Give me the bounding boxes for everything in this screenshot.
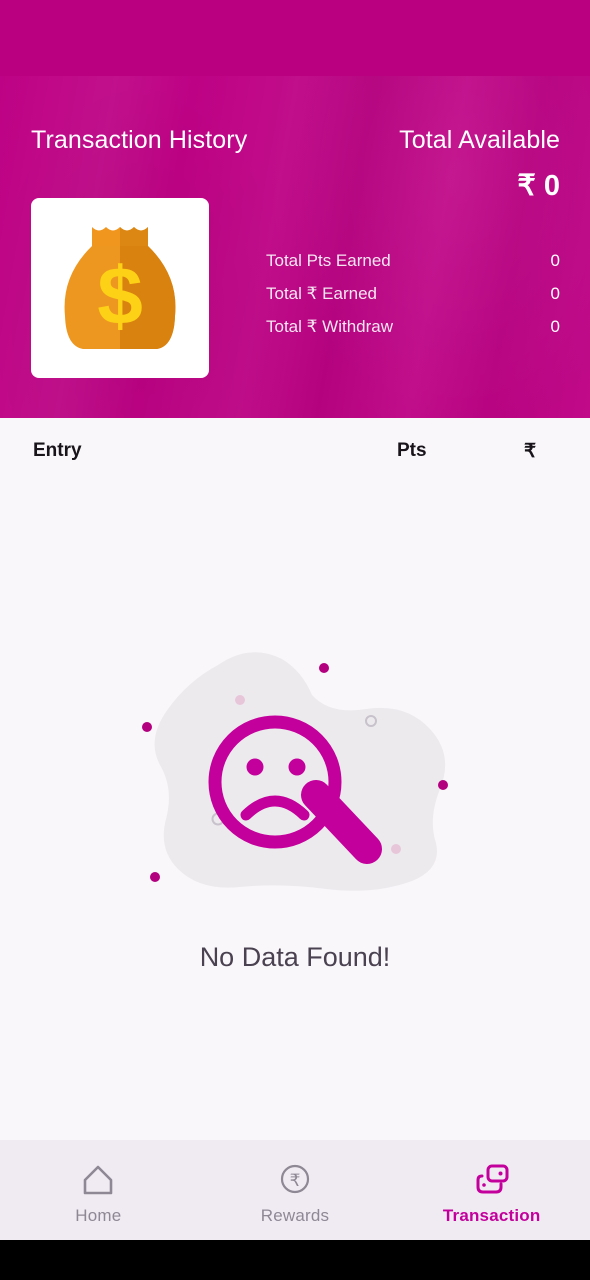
table-header: Entry Pts ₹ [0,418,590,482]
stat-value: 0 [550,284,560,303]
total-available-value: ₹ 0 [517,170,560,202]
nav-item-home[interactable]: Home [0,1140,197,1240]
app-screen: Transaction History Total Available ₹ 0 … [0,0,590,1280]
page-title: Transaction History [31,126,248,154]
column-header-entry: Entry [33,440,82,461]
stat-label: Total ₹ Withdraw [266,317,394,336]
stat-value: 0 [550,317,560,336]
stats-list: Total Pts Earned 0 Total ₹ Earned 0 Tota… [266,244,560,343]
home-icon [84,1165,113,1194]
money-bag-card: $ [31,198,209,378]
column-header-rupee: ₹ [524,441,537,462]
stat-label: Total ₹ Earned [266,284,377,303]
stat-label: Total Pts Earned [266,251,391,270]
money-bag-icon: $ [64,227,176,349]
svg-text:$: $ [97,251,143,342]
magnifier-sad-face-icon [142,652,448,891]
stat-value: 0 [550,251,560,270]
empty-state-message: No Data Found! [199,942,391,972]
stat-row: Total ₹ Earned 0 [266,277,560,310]
nav-item-transaction[interactable]: Transaction [393,1140,590,1240]
rupee-coin-icon: ₹ [280,1164,310,1193]
transaction-cards-icon [476,1164,509,1193]
stat-row: Total ₹ Withdraw 0 [266,310,560,343]
stat-row: Total Pts Earned 0 [266,244,560,277]
svg-text:₹: ₹ [290,1171,301,1190]
column-header-pts: Pts [397,440,427,461]
nav-label-home: Home [75,1205,122,1225]
total-available-label: Total Available [399,126,560,154]
empty-state: No Data Found! [0,482,590,1140]
bottom-navigation: Home ₹ Rewards Transaction [0,1140,590,1240]
nav-item-rewards[interactable]: ₹ Rewards [197,1140,394,1240]
gesture-bar [0,1240,590,1280]
nav-label-transaction: Transaction [442,1205,541,1225]
header-panel: Transaction History Total Available ₹ 0 … [0,76,590,418]
status-bar [0,0,590,76]
nav-label-rewards: Rewards [260,1205,330,1225]
